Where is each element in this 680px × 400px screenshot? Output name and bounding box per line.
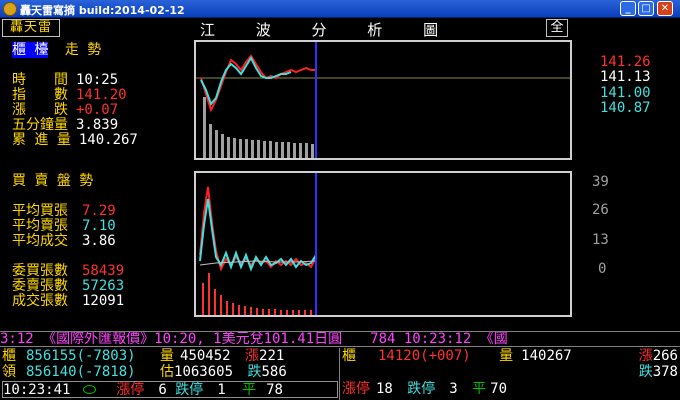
- index-value: 141.20: [76, 87, 127, 103]
- volume-bars: [203, 97, 314, 158]
- clock: 10:23:41: [3, 382, 71, 398]
- minimize-button[interactable]: _: [620, 1, 636, 16]
- app-icon: [3, 2, 17, 16]
- estimate-value: 1063605: [174, 364, 234, 380]
- buysell-totals: 委買張數 58439 委賣張數 57263 成交張數 12091: [12, 264, 124, 309]
- limit-up-label: 漲停: [116, 382, 145, 398]
- limit-up-value-right: 18: [376, 381, 393, 397]
- limit-up-label-right: 漲停: [342, 381, 370, 397]
- change-label: 漲 跌: [12, 102, 68, 118]
- cumulative-volume-value: 140.267: [78, 132, 138, 148]
- total-trade-value: 12091: [82, 293, 125, 309]
- down-label: 跌: [247, 364, 262, 380]
- trade-count-bars: [202, 273, 312, 315]
- news-ticker[interactable]: 3:12 《國際外匯報價》10:20, 1美元兌101.41日圓 784 10:…: [0, 331, 680, 347]
- otc-label: 櫃: [2, 348, 16, 364]
- five-min-volume-value: 3.839: [76, 117, 119, 133]
- all-button[interactable]: 全: [546, 19, 568, 37]
- axis-mid: 141.00: [600, 85, 651, 101]
- avg-buy-label: 平均買張: [12, 203, 68, 219]
- total-bid-value: 58439: [82, 263, 125, 279]
- axis2-lower: 13: [592, 232, 609, 248]
- limit-up-value: 6: [158, 382, 167, 398]
- avg-sell-label: 平均賣張: [12, 218, 68, 234]
- otc-label-right: 櫃: [342, 348, 356, 364]
- volume-value: 450452: [180, 348, 231, 364]
- volume-label-right: 量: [499, 348, 514, 364]
- avg-buy-value: 7.29: [82, 203, 116, 219]
- axis-ref: 141.13: [600, 69, 651, 85]
- window-title: 轟天雷寫摘 build:2014-02-12: [20, 4, 185, 17]
- status-divider: [339, 348, 340, 400]
- ticker-text: 3:12 《國際外匯報價》10:20, 1美元兌101.41日圓 784 10:…: [0, 331, 508, 347]
- limit-down-value-right: 3: [449, 381, 458, 397]
- market-selector[interactable]: 櫃 檯: [12, 42, 49, 58]
- axis2-zero: 0: [598, 261, 607, 277]
- flat-label: 平: [242, 382, 257, 398]
- limit-down-label-right: 跌停: [407, 381, 436, 397]
- total-trade-label: 成交張數: [12, 293, 68, 309]
- trend-chart-frame[interactable]: [194, 40, 572, 160]
- otc-value-right: 14120(+007): [378, 348, 471, 364]
- down-value: 586: [261, 364, 287, 380]
- status-right-row3: 漲停 18 跌停 3 平 70: [342, 381, 507, 397]
- trend-title: 走 勢: [64, 42, 102, 58]
- axis-low: 140.87: [600, 100, 651, 116]
- status-right-row2: 跌378: [342, 364, 680, 380]
- connection-icon: [82, 385, 96, 394]
- axis2-top: 39: [592, 174, 609, 190]
- lead-value: 856140(-7818): [26, 364, 136, 380]
- five-min-volume-label: 五分鐘量: [12, 117, 68, 133]
- estimate-label: 估: [160, 364, 175, 380]
- flat-value-right: 70: [490, 381, 508, 397]
- total-ask-value: 57263: [82, 278, 125, 294]
- maximize-button[interactable]: □: [638, 1, 654, 16]
- index-average-line: [200, 55, 292, 106]
- limit-down-label: 跌停: [175, 382, 204, 398]
- avg-trade-value: 3.86: [82, 233, 116, 249]
- status-left-row2: 領 856140(-7818) 估1063605 跌586: [2, 364, 287, 380]
- status-left-row3: 10:23:41 漲停 6 跌停 1 平 78: [2, 381, 338, 398]
- avg-ask-line: [199, 198, 317, 272]
- limit-down-value: 1: [217, 382, 226, 398]
- time-label: 時 間: [12, 72, 68, 88]
- trend-panel-header: 櫃 檯 走 勢: [12, 42, 102, 58]
- buysell-chart-svg: [199, 173, 317, 315]
- avg-sell-value: 7.10: [82, 218, 116, 234]
- flat-label-right: 平: [472, 381, 487, 397]
- buysell-title: 買 賣 盤 勢: [12, 173, 94, 189]
- lead-label: 領: [2, 364, 16, 380]
- change-value: +0.07: [76, 102, 119, 118]
- trend-chart-svg: [196, 42, 570, 158]
- index-label: 指 數: [12, 87, 68, 103]
- trend-stats: 時 間 10:25 指 數 141.20 漲 跌 +0.07 五分鐘量 3.839 累 …: [12, 73, 138, 148]
- down-label-right: 跌: [638, 364, 653, 380]
- status-right-row1: 櫃 14120(+007) 量 140267 漲266: [342, 348, 680, 364]
- volume-label: 量: [160, 348, 175, 364]
- cumulative-volume-label: 累 進 量: [12, 132, 71, 148]
- avg-bid-line: [199, 186, 317, 272]
- volume-value-right: 140267: [521, 348, 572, 364]
- status-left-row1: 櫃 856155(-7803) 量 450452 漲221: [2, 348, 284, 364]
- up-value: 221: [259, 348, 285, 364]
- axis-high: 141.26: [600, 54, 651, 70]
- flat-value: 78: [266, 382, 283, 398]
- total-ask-label: 委賣張數: [12, 278, 68, 294]
- otc-value: 856155(-7803): [26, 348, 136, 364]
- chart-title: 江 波 分 析 圖: [200, 21, 457, 39]
- axis2-upper: 26: [592, 202, 609, 218]
- index-price-line: [200, 54, 316, 113]
- time-value: 10:25: [76, 72, 119, 88]
- up-label: 漲: [245, 348, 260, 364]
- app-logo: 轟天雷: [2, 19, 60, 37]
- avg-trade-label: 平均成交: [12, 233, 68, 249]
- total-bid-label: 委買張數: [12, 263, 68, 279]
- buysell-chart-frame[interactable]: [194, 171, 572, 317]
- up-label-right: 漲: [638, 348, 653, 364]
- buysell-averages: 平均買張 7.29 平均賣張 7.10 平均成交 3.86: [12, 204, 116, 249]
- close-button[interactable]: ✕: [657, 1, 673, 16]
- up-value-right: 266: [652, 348, 678, 364]
- down-value-right: 378: [652, 364, 678, 380]
